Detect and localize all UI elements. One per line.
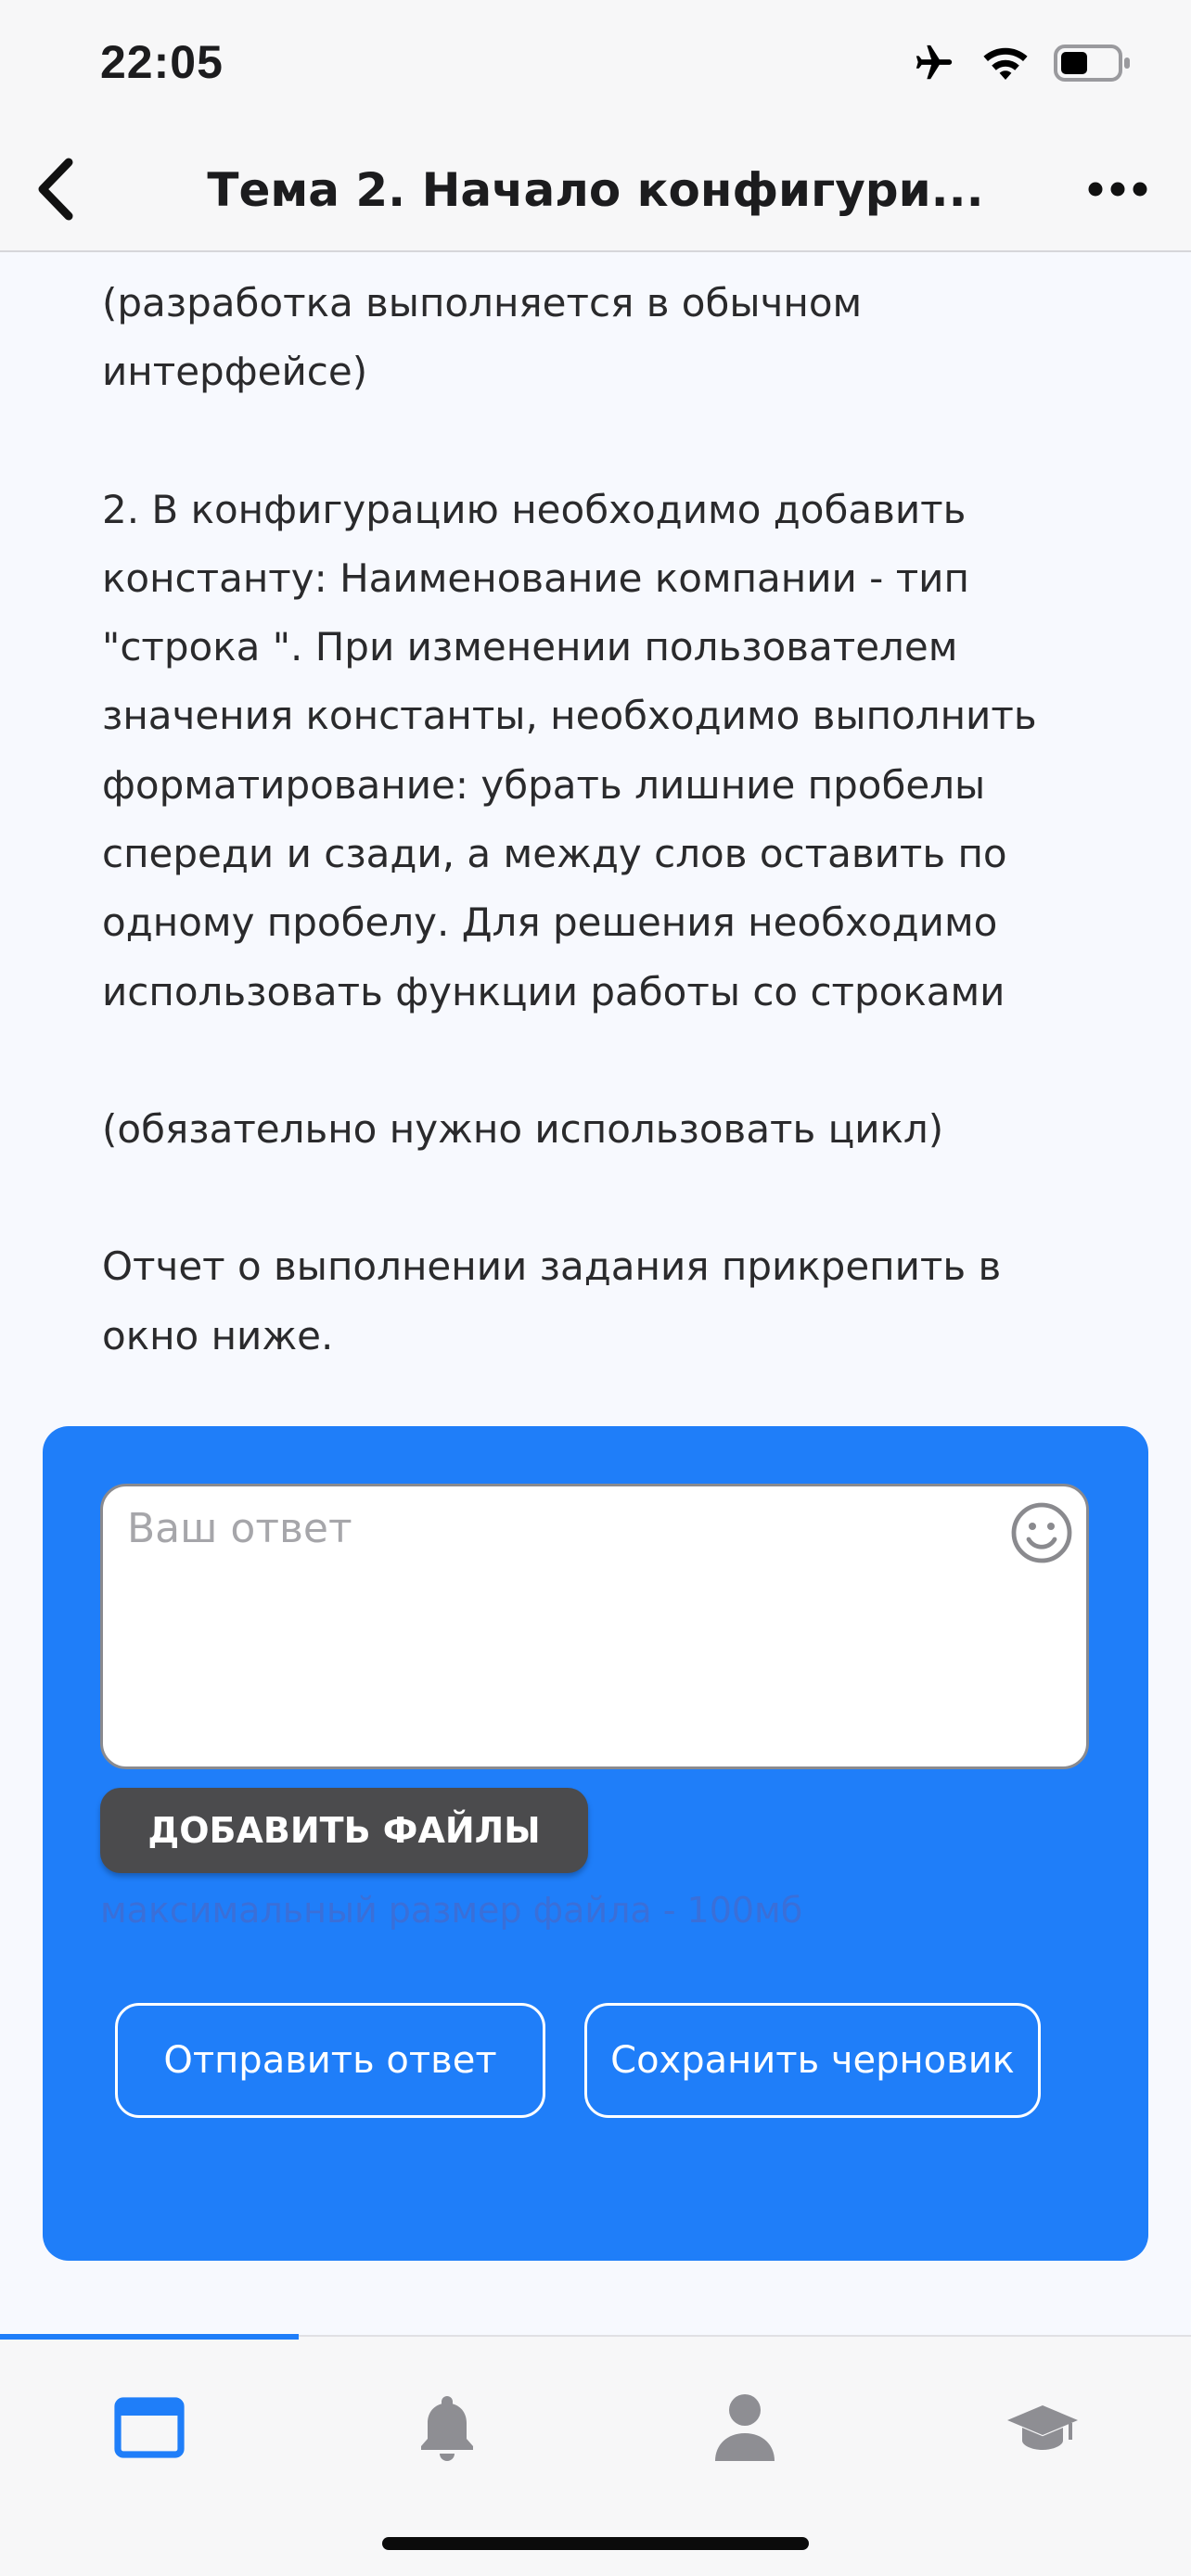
more-button[interactable] (1067, 154, 1169, 228)
chevron-left-icon (35, 157, 76, 225)
paragraph: 2. В конфигурацию необходимо добавить ко… (102, 486, 1037, 1014)
tab-education[interactable] (893, 2374, 1191, 2485)
page-title: Тема 2. Начало конфигури... (207, 163, 984, 217)
person-icon (713, 2392, 776, 2467)
paragraph: (разработка выполняется в обычном интерф… (102, 280, 863, 395)
back-button[interactable] (19, 154, 93, 228)
active-tab-indicator (0, 2334, 299, 2340)
tab-profile[interactable] (596, 2374, 893, 2485)
save-draft-button[interactable]: Сохранить черновик (584, 2003, 1041, 2118)
send-answer-button[interactable]: Отправить ответ (115, 2003, 545, 2118)
add-files-button[interactable]: ДОБАВИТЬ ФАЙЛЫ (100, 1788, 588, 1873)
tab-notifications[interactable] (298, 2374, 596, 2485)
status-bar: 22:05 (0, 0, 1191, 130)
bell-icon (416, 2392, 478, 2467)
assignment-text: (разработка выполняется в обычном интерф… (102, 269, 1122, 1371)
paragraph: (обязательно нужно использовать цикл) (102, 1105, 944, 1152)
answer-panel: Ваш ответ ДОБАВИТЬ ФАЙЛЫ максимальный ра… (43, 1426, 1148, 2261)
status-time: 22:05 (100, 36, 224, 88)
more-icon (1087, 181, 1148, 201)
answer-input[interactable]: Ваш ответ (100, 1484, 1089, 1769)
airplane-icon (911, 42, 957, 88)
nav-bar: Тема 2. Начало конфигури... (0, 130, 1191, 252)
tab-courses[interactable] (0, 2374, 298, 2485)
status-icons (911, 39, 1132, 91)
paragraph: Отчет о выполнении задания прикрепить в … (102, 1243, 1002, 1358)
battery-icon (1054, 45, 1132, 85)
graduation-cap-icon (1005, 2402, 1080, 2457)
emoji-icon[interactable] (1010, 1501, 1073, 1564)
wifi-icon (981, 45, 1030, 85)
file-size-hint: максимальный размер файла - 100мб (100, 1890, 803, 1931)
answer-placeholder: Ваш ответ (127, 1505, 352, 1552)
home-indicator (382, 2537, 809, 2550)
window-icon (113, 2397, 185, 2462)
